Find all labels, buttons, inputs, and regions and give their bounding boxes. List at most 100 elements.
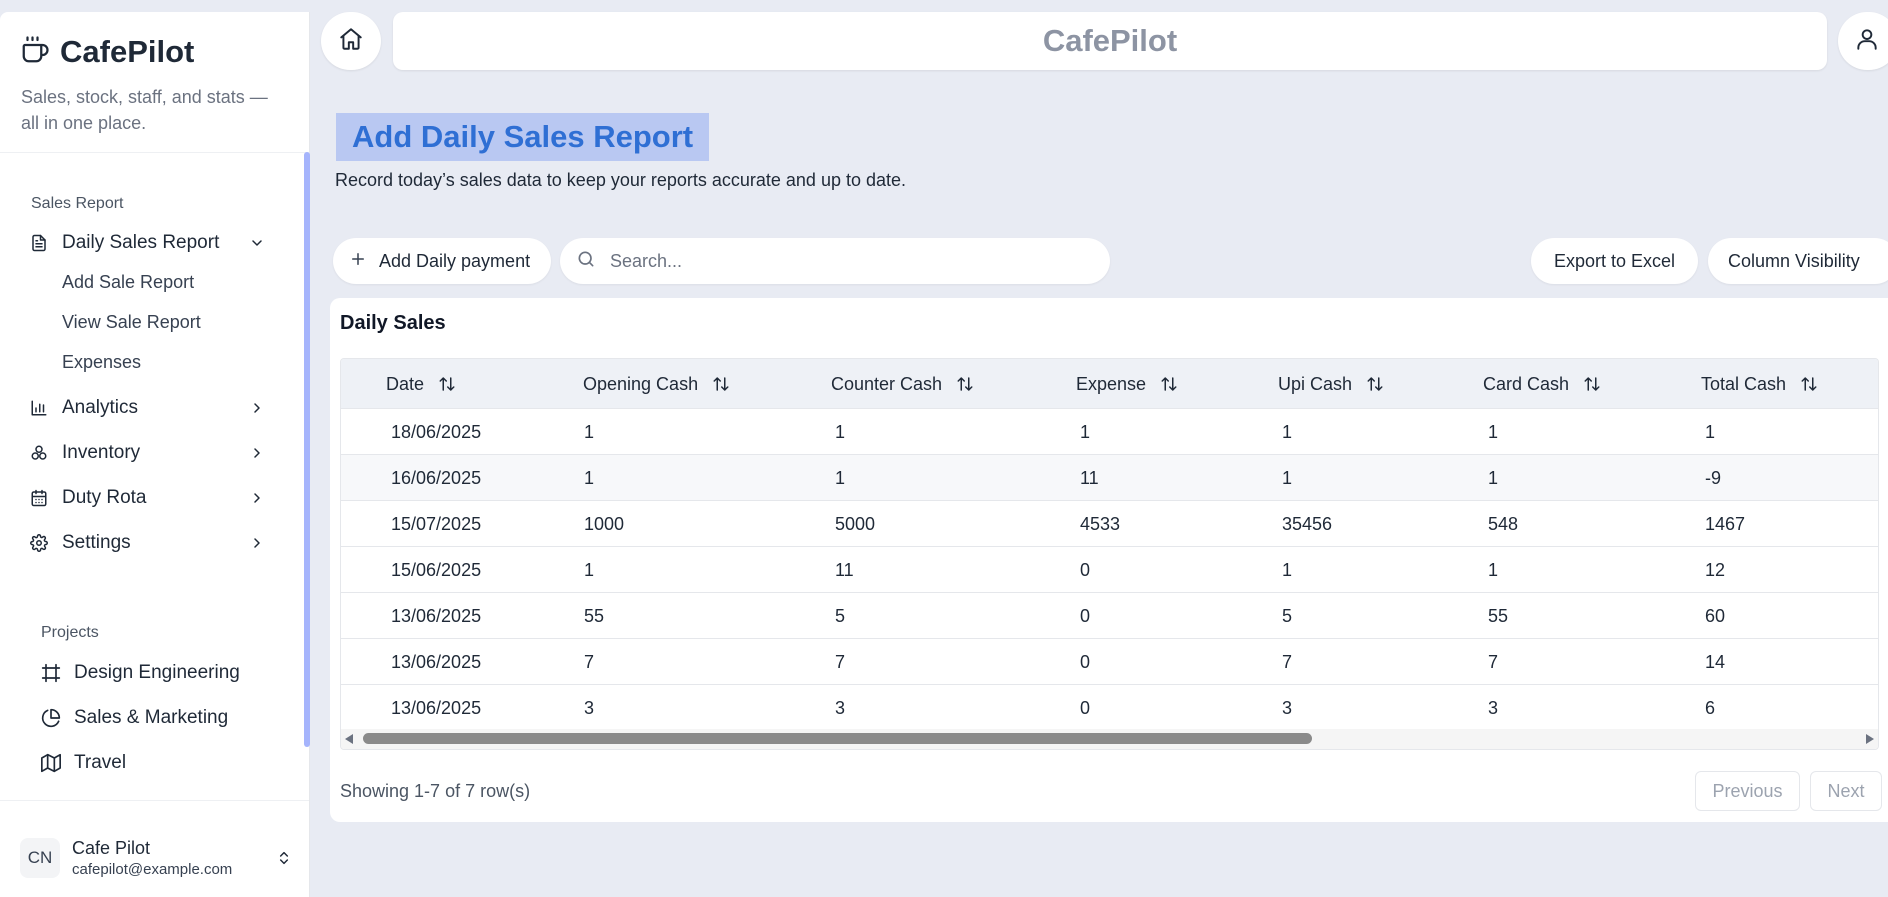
scroll-right-arrow-icon[interactable] [1866, 734, 1874, 744]
cell-upi-cash: 3 [1282, 697, 1293, 718]
daily-sales-table: Date Opening Cash Counter Cash Expense U… [340, 358, 1879, 750]
project-item-design-engineering[interactable]: Design Engineering [40, 656, 240, 690]
export-to-excel-button[interactable]: Export to Excel [1531, 238, 1698, 284]
column-header-counter-cash[interactable]: Counter Cash [831, 359, 974, 409]
cell-counter-cash: 7 [835, 651, 846, 672]
cell-total-cash: -9 [1705, 467, 1722, 488]
chevron-down-icon [246, 232, 268, 254]
column-visibility-button[interactable]: Column Visibility [1708, 238, 1888, 284]
column-header-upi-cash[interactable]: Upi Cash [1278, 359, 1384, 409]
previous-button[interactable]: Previous [1695, 771, 1800, 811]
sort-icon [1366, 375, 1384, 393]
top-bar: CafePilot [393, 12, 1827, 70]
cell-upi-cash: 1 [1282, 559, 1293, 580]
user-email: cafepilot@example.com [72, 861, 233, 878]
sort-icon [1583, 375, 1601, 393]
column-header-total-cash[interactable]: Total Cash [1701, 359, 1818, 409]
sidebar-item-duty-rota[interactable]: Duty Rota [28, 480, 278, 516]
cell-upi-cash: 1 [1282, 421, 1293, 442]
search-input[interactable] [610, 250, 1090, 272]
cell-counter-cash: 11 [835, 559, 854, 580]
page-title: Add Daily Sales Report [336, 113, 710, 161]
cell-card-cash: 7 [1488, 651, 1499, 672]
next-button[interactable]: Next [1810, 771, 1882, 811]
cell-date: 18/06/2025 [391, 421, 482, 442]
project-item-travel[interactable]: Travel [40, 746, 126, 780]
cell-counter-cash: 5000 [835, 513, 876, 534]
sidebar-divider [0, 152, 309, 153]
sidebar-item-inventory[interactable]: Inventory [28, 435, 278, 471]
map-icon [40, 752, 62, 774]
cell-opening-cash: 1 [584, 467, 595, 488]
avatar: CN [20, 838, 60, 878]
table-row[interactable]: 15/06/2025 1 11 0 1 1 12 [341, 547, 1878, 593]
card-title: Daily Sales [340, 312, 446, 334]
user-menu[interactable]: CN Cafe Pilot cafepilot@example.com [20, 829, 296, 887]
search-icon [576, 249, 596, 274]
cell-opening-cash: 55 [584, 605, 605, 626]
cell-opening-cash: 1 [584, 421, 595, 442]
sidebar: CafePilot Sales, stock, staff, and stats… [0, 12, 310, 897]
add-daily-payment-button[interactable]: Add Daily payment [333, 238, 551, 284]
table-row[interactable]: 16/06/2025 1 1 11 1 1 -9 [341, 455, 1878, 501]
cell-date: 15/06/2025 [391, 559, 482, 580]
sidebar-scrollbar[interactable] [304, 152, 310, 747]
home-button[interactable] [321, 12, 381, 70]
cell-expense: 1 [1080, 421, 1091, 442]
cell-card-cash: 1 [1488, 467, 1499, 488]
table-row[interactable]: 18/06/2025 1 1 1 1 1 1 [341, 409, 1878, 455]
column-header-date[interactable]: Date [386, 359, 456, 409]
chevron-right-icon [246, 532, 268, 554]
cell-date: 13/06/2025 [391, 697, 482, 718]
user-icon [1854, 26, 1880, 57]
sort-icon [712, 375, 730, 393]
table-row[interactable]: 13/06/2025 55 5 0 5 55 60 [341, 593, 1878, 639]
scroll-left-arrow-icon[interactable] [345, 734, 353, 744]
column-header-label: Date [386, 373, 425, 394]
pagination-summary: Showing 1-7 of 7 row(s) [340, 781, 531, 801]
column-header-expense[interactable]: Expense [1076, 359, 1178, 409]
sidebar-subitem-expenses[interactable]: Expenses [62, 352, 141, 373]
chevron-right-icon [246, 397, 268, 419]
project-label: Sales & Marketing [74, 707, 229, 728]
table-row[interactable]: 15/07/2025 1000 5000 4533 35456 548 1467 [341, 501, 1878, 547]
sidebar-item-daily-sales-report[interactable]: Daily Sales Report [28, 225, 278, 261]
column-header-label: Opening Cash [583, 373, 699, 394]
cell-expense: 4533 [1080, 513, 1121, 534]
table-row[interactable]: 13/06/2025 7 7 0 7 7 14 [341, 639, 1878, 685]
sidebar-item-label: Settings [62, 532, 131, 553]
cell-date: 13/06/2025 [391, 651, 482, 672]
cell-date: 13/06/2025 [391, 605, 482, 626]
cell-counter-cash: 3 [835, 697, 846, 718]
profile-button[interactable] [1838, 12, 1888, 70]
project-item-sales-marketing[interactable]: Sales & Marketing [40, 701, 228, 735]
cell-upi-cash: 5 [1282, 605, 1293, 626]
column-header-label: Total Cash [1701, 373, 1787, 394]
search-field[interactable] [560, 238, 1110, 284]
table-row[interactable]: 13/06/2025 3 3 0 3 3 6 [341, 685, 1878, 731]
sidebar-item-settings[interactable]: Settings [28, 525, 278, 561]
sidebar-item-analytics[interactable]: Analytics [28, 390, 278, 426]
horizontal-scrollbar[interactable] [341, 729, 1878, 749]
sidebar-subitem-view-sale-report[interactable]: View Sale Report [62, 312, 201, 333]
sidebar-item-label: Inventory [62, 442, 141, 463]
user-name: Cafe Pilot [72, 838, 151, 858]
table-header: Date Opening Cash Counter Cash Expense U… [341, 359, 1878, 409]
brand[interactable]: CafePilot [0, 12, 309, 70]
cell-counter-cash: 1 [835, 421, 846, 442]
brand-tagline: Sales, stock, staff, and stats — all in … [21, 87, 268, 133]
scrollbar-thumb[interactable] [363, 733, 1312, 744]
cell-opening-cash: 7 [584, 651, 595, 672]
cell-opening-cash: 1 [584, 559, 595, 580]
sidebar-subitem-add-sale-report[interactable]: Add Sale Report [62, 272, 194, 293]
column-header-card-cash[interactable]: Card Cash [1483, 359, 1601, 409]
frame-icon [40, 662, 62, 684]
cell-date: 16/06/2025 [391, 467, 482, 488]
cell-opening-cash: 1000 [584, 513, 625, 534]
cell-card-cash: 548 [1488, 513, 1519, 534]
cell-expense: 0 [1080, 605, 1091, 626]
sidebar-item-label: Duty Rota [62, 487, 147, 508]
column-header-opening-cash[interactable]: Opening Cash [583, 359, 730, 409]
coffee-cup-icon [20, 35, 50, 70]
group-label-sales-report: Sales Report [31, 195, 124, 212]
